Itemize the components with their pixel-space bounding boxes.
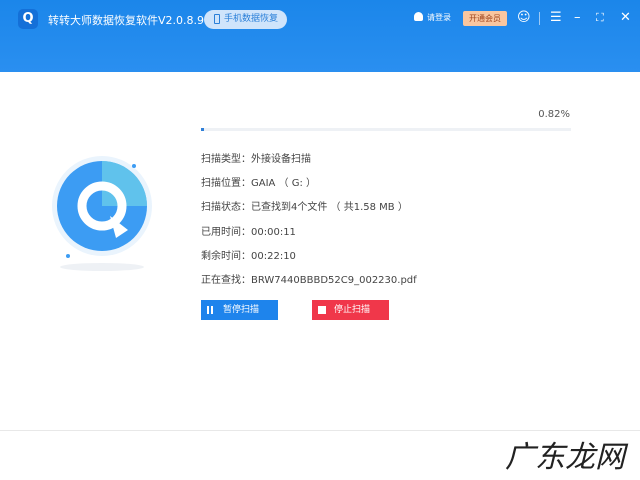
- pause-scan-button[interactable]: 暂停扫描: [201, 300, 278, 320]
- phone-recovery-label: 手机数据恢复: [224, 14, 279, 24]
- stop-label: 停止扫描: [334, 305, 371, 315]
- remaining-time-row: 剩余时间：00:22:10: [201, 251, 296, 262]
- scan-status-row: 扫描状态：已查找到4个文件 （ 共1.58 MB ）: [201, 202, 408, 213]
- pause-label: 暂停扫描: [223, 305, 260, 315]
- app-logo: Q: [18, 9, 38, 29]
- phone-recovery-button[interactable]: 手机数据恢复: [204, 10, 287, 29]
- vip-button[interactable]: 开通会员: [463, 11, 507, 26]
- stop-icon: [318, 306, 326, 314]
- watermark: 广东龙网: [505, 440, 625, 475]
- maximize-icon[interactable]: ⛶: [596, 9, 604, 27]
- support-icon[interactable]: ☺: [517, 9, 531, 27]
- divider: [539, 12, 540, 25]
- close-icon[interactable]: ✕: [620, 9, 631, 27]
- scan-location-row: 扫描位置：GAIA （ G: ）: [201, 178, 317, 189]
- menu-icon[interactable]: ☰: [550, 9, 562, 27]
- current-file-row: 正在查找：BRW7440BBBD52C9_002230.pdf: [201, 275, 417, 286]
- title-bar: Q 转转大师数据恢复软件V2.0.8.9 手机数据恢复 请登录 开通会员 ☺ ☰…: [0, 0, 640, 72]
- phone-icon: [214, 14, 220, 24]
- progress-bar: [201, 128, 571, 131]
- progress-fill: [201, 128, 205, 131]
- progress-percent: 0.82%: [538, 109, 570, 120]
- footer-divider: [0, 430, 640, 431]
- user-icon: [414, 12, 423, 21]
- elapsed-time-row: 已用时间：00:00:11: [201, 227, 296, 238]
- login-button[interactable]: 请登录: [414, 12, 451, 23]
- login-label: 请登录: [427, 13, 451, 22]
- minimize-icon[interactable]: –: [574, 9, 581, 27]
- scan-type-row: 扫描类型：外接设备扫描: [201, 154, 311, 165]
- app-title: 转转大师数据恢复软件V2.0.8.9: [48, 14, 205, 27]
- scan-illustration-icon: [52, 156, 152, 271]
- pause-icon: [207, 306, 213, 314]
- stop-scan-button[interactable]: 停止扫描: [312, 300, 389, 320]
